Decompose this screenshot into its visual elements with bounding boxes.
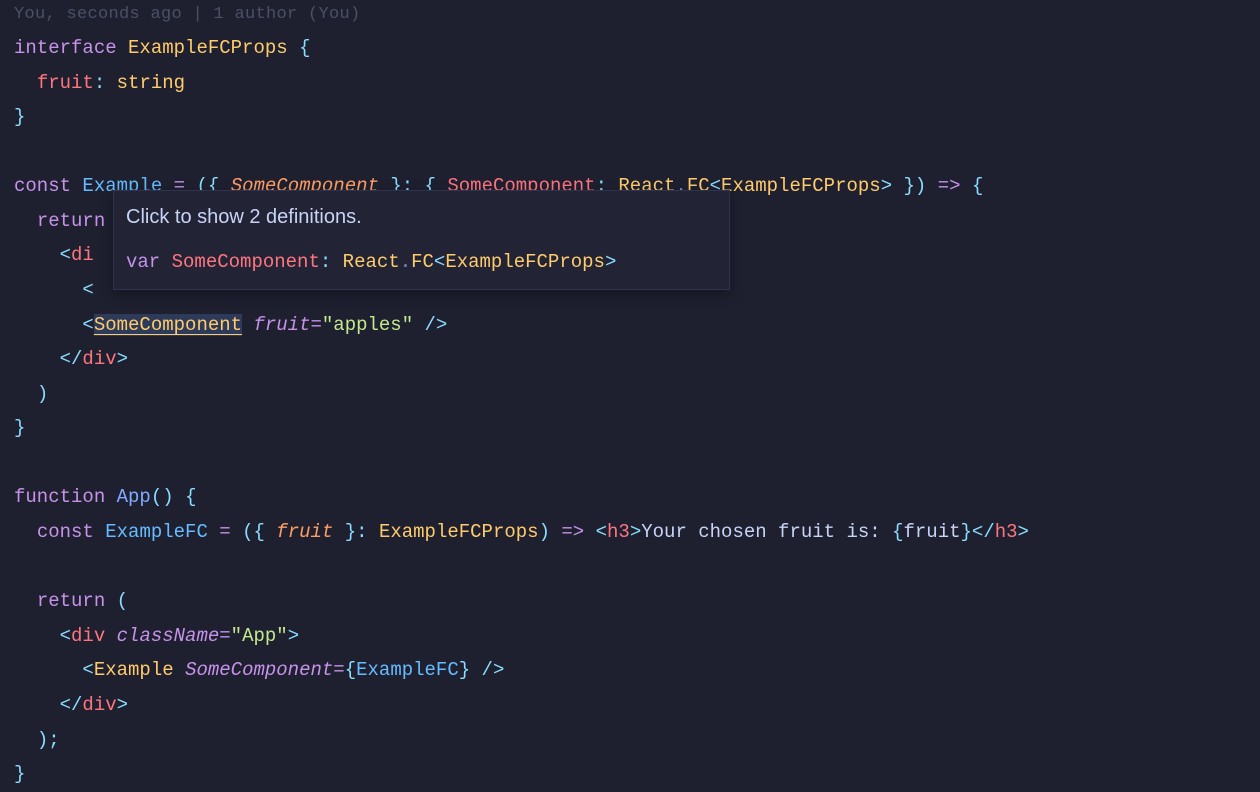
jsx-selfclose-slash: / (425, 314, 436, 336)
attr-brace-open: { (345, 659, 356, 681)
colon: : (94, 72, 105, 94)
app-div-close-slash: / (71, 694, 82, 716)
keyword-const2: const (37, 521, 94, 543)
fc-type-ref[interactable]: ExampleFCProps (379, 521, 539, 543)
ex-slash: / (482, 659, 493, 681)
jsx-di: di (71, 244, 94, 266)
fc-type-colon: : (356, 521, 367, 543)
attr-eq2: = (219, 625, 230, 647)
h3-open-gt: > (630, 521, 641, 543)
fc-paren-open: ( (242, 521, 253, 543)
type-string: string (117, 72, 185, 94)
ex-lt: < (82, 659, 93, 681)
jsx-close-div: div (82, 348, 116, 370)
ex-gt: > (493, 659, 504, 681)
jsx-selfclose-gt: > (436, 314, 447, 336)
tooltip-lt: < (434, 251, 445, 273)
eq2: = (219, 521, 230, 543)
h3-close-gt: > (1018, 521, 1029, 543)
function-app[interactable]: App (117, 486, 151, 508)
expr-fruit[interactable]: fruit (903, 521, 960, 543)
tooltip-react-ns: React (343, 251, 400, 273)
jsx-close-gt: > (117, 348, 128, 370)
expr-close: } (961, 521, 972, 543)
keyword-interface: interface (14, 37, 117, 59)
attr-eq: = (310, 314, 321, 336)
attr-eq3: = (333, 659, 344, 681)
app-div-gt: > (288, 625, 299, 647)
type-name[interactable]: ExampleFCProps (128, 37, 288, 59)
code-editor[interactable]: interface ExampleFCProps { fruit: string… (14, 31, 1246, 792)
text-your-chosen: Your chosen fruit is: (641, 521, 892, 543)
brace-open: { (299, 37, 310, 59)
string-apples: "apples" (322, 314, 413, 336)
fc-destruct-open: { (253, 521, 264, 543)
body-close: } (14, 417, 25, 439)
tooltip-var-kw: var (126, 251, 160, 273)
keyword-return2: return (37, 590, 105, 612)
attr-classname: className (117, 625, 220, 647)
arrow: => (938, 175, 961, 197)
ret-semi: ; (48, 729, 59, 751)
ret-paren-open: ( (117, 590, 128, 612)
keyword-const: const (14, 175, 71, 197)
attr-some-component: SomeComponent (185, 659, 333, 681)
return-paren-close: ) (37, 383, 48, 405)
expr-open: { (892, 521, 903, 543)
string-app: "App" (231, 625, 288, 647)
jsx-open: < (60, 244, 71, 266)
keyword-function: function (14, 486, 105, 508)
ref-examplefc[interactable]: ExampleFC (356, 659, 459, 681)
h3-close-slash: / (983, 521, 994, 543)
tooltip-title[interactable]: Click to show 2 definitions. (126, 201, 717, 233)
jsx-some-component-hover[interactable]: SomeComponent (94, 314, 242, 336)
fc-destruct-close: } (345, 521, 356, 543)
generic-arg[interactable]: ExampleFCProps (721, 175, 881, 197)
app-div-close-lt: < (60, 694, 71, 716)
git-blame-annotation: You, seconds ago | 1 author (You) (14, 0, 1246, 31)
app-paren-open: ( (151, 486, 162, 508)
h3-open-lt: < (596, 521, 607, 543)
app-div-close-gt: > (117, 694, 128, 716)
app-body-open: { (185, 486, 196, 508)
app-paren-close: ) (162, 486, 173, 508)
tooltip-fc: FC (411, 251, 434, 273)
keyword-return: return (37, 210, 105, 232)
tooltip-colon: : (320, 251, 331, 273)
tooltip-gt: > (605, 251, 616, 273)
h3-close-tag: h3 (995, 521, 1018, 543)
jsx-lt2: < (82, 314, 93, 336)
attr-brace-close: } (459, 659, 470, 681)
type-brace-close: } (904, 175, 915, 197)
const-examplefc[interactable]: ExampleFC (105, 521, 208, 543)
tooltip-dot: . (400, 251, 411, 273)
tooltip-var-name: SomeComponent (172, 251, 320, 273)
fc-paren-close: ) (539, 521, 550, 543)
brace-close: } (14, 106, 25, 128)
jsx-lt-hidden: < (82, 279, 93, 301)
fc-arrow: => (561, 521, 584, 543)
h3-tag: h3 (607, 521, 630, 543)
ret-paren-close: ) (37, 729, 48, 751)
app-body-close: } (14, 763, 25, 785)
paren-close: ) (915, 175, 926, 197)
jsx-close-slash: / (71, 348, 82, 370)
param-fruit[interactable]: fruit (276, 521, 333, 543)
app-div-tag: div (71, 625, 105, 647)
tooltip-props-type: ExampleFCProps (445, 251, 605, 273)
tooltip-code: var SomeComponent: React.FC<ExampleFCPro… (126, 247, 717, 277)
jsx-example[interactable]: Example (94, 659, 174, 681)
generic-close: > (881, 175, 892, 197)
h3-close-lt: < (972, 521, 983, 543)
body-open: { (972, 175, 983, 197)
jsx-close-lt: < (60, 348, 71, 370)
hover-definition-tooltip[interactable]: Click to show 2 definitions. var SomeCom… (113, 190, 730, 290)
app-div-lt: < (60, 625, 71, 647)
jsx-attr-fruit: fruit (253, 314, 310, 336)
app-div-close-tag: div (82, 694, 116, 716)
property-fruit: fruit (37, 72, 94, 94)
